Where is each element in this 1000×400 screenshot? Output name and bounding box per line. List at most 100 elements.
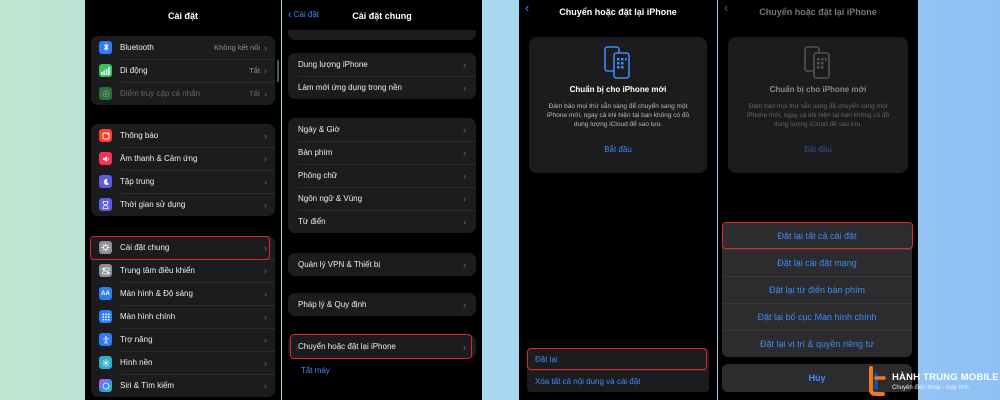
settings-item-hotspot[interactable]: Điểm truy cập cá nhân Tắt › <box>91 82 275 105</box>
settings-item-sound[interactable]: Âm thanh & Cảm ứng › <box>91 147 275 170</box>
screen-time-icon <box>99 198 112 211</box>
reset-home-screen-layout-option[interactable]: Đặt lại bố cục Màn hình chính <box>722 303 912 330</box>
focus-moon-icon <box>99 175 112 188</box>
chevron-right-icon: › <box>463 147 466 158</box>
settings-item-label: Thời gian sử dụng <box>120 200 186 209</box>
get-started-link[interactable]: Bắt đầu <box>728 145 908 154</box>
settings-item-label: Bluetooth <box>120 43 154 52</box>
locale-group: Ngày & Giờ › Bàn phím › Phông chữ › Ngôn… <box>288 118 476 233</box>
general-item-label: Quản lý VPN & Thiết bị <box>298 260 381 269</box>
chevron-right-icon: › <box>264 380 267 391</box>
settings-item-notifications[interactable]: Thông báo › <box>91 124 275 147</box>
control-center-icon <box>99 264 112 277</box>
settings-item-general[interactable]: Cài đặt chung › <box>91 236 275 259</box>
settings-item-label: Hình nền <box>120 358 153 367</box>
settings-item-display[interactable]: AA Màn hình & Độ sáng › <box>91 282 275 305</box>
reset-all-settings-option[interactable]: Đặt lại tất cả cài đặt <box>722 222 912 249</box>
display-brightness-icon: AA <box>99 287 112 300</box>
general-item-keyboard[interactable]: Bàn phím › <box>288 141 476 164</box>
card-title: Chuẩn bị cho iPhone mới <box>569 85 667 94</box>
settings-item-cellular[interactable]: Di động Tắt › <box>91 59 275 82</box>
settings-item-label: Thông báo <box>120 131 159 140</box>
general-item-fonts[interactable]: Phông chữ › <box>288 164 476 187</box>
card-description: Đảm bảo mọi thứ sẵn sàng để chuyển sang … <box>546 103 690 128</box>
chevron-right-icon: › <box>264 65 267 76</box>
general-item-label: Từ điển <box>298 217 326 226</box>
general-navbar: ‹ Cài đặt Cài đặt chung <box>282 0 482 32</box>
settings-item-accessibility[interactable]: Trợ năng › <box>91 328 275 351</box>
sound-icon <box>99 152 112 165</box>
general-item-label: Pháp lý & Quy định <box>298 300 367 309</box>
legal-group: Pháp lý & Quy định › <box>288 293 476 316</box>
general-item-background-refresh[interactable]: Làm mới ứng dụng trong nền › <box>288 76 476 99</box>
chevron-left-icon: ‹ <box>724 0 729 15</box>
settings-item-bluetooth[interactable]: Bluetooth Không kết nối › <box>91 36 275 59</box>
settings-item-label: Siri & Tìm kiếm <box>120 381 175 390</box>
chevron-right-icon: › <box>264 176 267 187</box>
chevron-right-icon: › <box>264 242 267 253</box>
general-item-storage[interactable]: Dung lượng iPhone › <box>288 53 476 76</box>
general-item-dictionary[interactable]: Từ điển › <box>288 210 476 233</box>
settings-item-screen-time[interactable]: Thời gian sử dụng › <box>91 193 275 216</box>
scrolled-group-remnant <box>288 30 476 40</box>
phones-icon <box>804 46 830 79</box>
back-button[interactable]: ‹ Cài đặt <box>288 9 319 20</box>
settings-item-label: Trợ năng <box>120 335 153 344</box>
general-item-label: Bàn phím <box>298 148 333 157</box>
phones-icon <box>604 46 630 79</box>
shutdown-link[interactable]: Tắt máy <box>301 366 330 375</box>
connectivity-group: Bluetooth Không kết nối › Di động Tắt › … <box>91 36 275 105</box>
chevron-right-icon: › <box>463 299 466 310</box>
page-title: Chuyển hoặc đặt lại iPhone <box>559 7 677 17</box>
chevron-right-icon: › <box>463 193 466 204</box>
chevron-right-icon: › <box>463 341 466 352</box>
general-item-vpn[interactable]: Quản lý VPN & Thiết bị › <box>288 253 476 276</box>
general-item-date-time[interactable]: Ngày & Giờ › <box>288 118 476 141</box>
chevron-right-icon: › <box>463 124 466 135</box>
settings-item-label: Màn hình & Độ sáng <box>120 289 193 298</box>
chevron-right-icon: › <box>264 288 267 299</box>
reset-network-settings-option[interactable]: Đặt lại cài đặt mạng <box>722 249 912 276</box>
settings-item-value: Tắt <box>249 89 260 98</box>
reset-location-privacy-option[interactable]: Đặt lại vị trí & quyền riêng tư <box>722 330 912 357</box>
chevron-right-icon: › <box>463 216 466 227</box>
reset-action-sheet: Đặt lại tất cả cài đặt Đặt lại cài đặt m… <box>722 222 912 357</box>
chevron-right-icon: › <box>264 153 267 164</box>
general-item-language-region[interactable]: Ngôn ngữ & Vùng › <box>288 187 476 210</box>
watermark: HÀNH TRUNG MOBILE Chuyên điện thoại - má… <box>866 364 1000 398</box>
reset-button[interactable]: Đặt lại <box>527 348 709 370</box>
chevron-right-icon: › <box>463 170 466 181</box>
prepare-new-iphone-card: Chuẩn bị cho iPhone mới Đảm bảo mọi thứ … <box>728 37 908 173</box>
bluetooth-icon <box>99 41 112 54</box>
settings-item-home-screen[interactable]: Màn hình chính › <box>91 305 275 328</box>
home-screen-icon <box>99 310 112 323</box>
chevron-right-icon: › <box>264 265 267 276</box>
storage-group: Dung lượng iPhone › Làm mới ứng dụng tro… <box>288 53 476 99</box>
general-item-legal[interactable]: Pháp lý & Quy định › <box>288 293 476 316</box>
reset-keyboard-dictionary-option[interactable]: Đặt lại từ điển bàn phím <box>722 276 912 303</box>
back-button[interactable]: ‹ <box>724 0 729 15</box>
settings-item-label: Cài đặt chung <box>120 243 170 252</box>
scrollbar[interactable] <box>277 60 279 82</box>
transfer-reset-screen: ‹ Chuyển hoặc đặt lại iPhone Chuẩn bị ch… <box>519 0 717 400</box>
erase-all-button[interactable]: Xóa tất cả nội dung và cài đặt <box>527 370 709 392</box>
settings-item-value: Tắt <box>249 66 260 75</box>
page-title: Cài đặt <box>167 11 198 21</box>
settings-item-wallpaper[interactable]: Hình nền › <box>91 351 275 374</box>
chevron-right-icon: › <box>264 88 267 99</box>
settings-item-focus[interactable]: Tập trung › <box>91 170 275 193</box>
chevron-right-icon: › <box>264 334 267 345</box>
general-item-label: Chuyển hoặc đặt lại iPhone <box>298 342 396 351</box>
notifications-icon <box>99 129 112 142</box>
back-button[interactable]: ‹ <box>525 1 529 14</box>
accessibility-icon <box>99 333 112 346</box>
settings-item-label: Trung tâm điều khiển <box>120 266 195 275</box>
general-settings-screen: ‹ Cài đặt Cài đặt chung Dung lượng iPhon… <box>282 0 482 400</box>
settings-item-control-center[interactable]: Trung tâm điều khiển › <box>91 259 275 282</box>
settings-item-siri[interactable]: Siri & Tìm kiếm › <box>91 374 275 397</box>
general-item-transfer-reset[interactable]: Chuyển hoặc đặt lại iPhone › <box>288 335 476 358</box>
general-item-label: Làm mới ứng dụng trong nền <box>298 83 402 92</box>
reset-options-list: Đặt lại Xóa tất cả nội dung và cài đặt <box>527 348 709 392</box>
brand-slogan: Chuyên điện thoại - máy tính <box>892 384 969 391</box>
get-started-link[interactable]: Bắt đầu <box>529 145 707 154</box>
